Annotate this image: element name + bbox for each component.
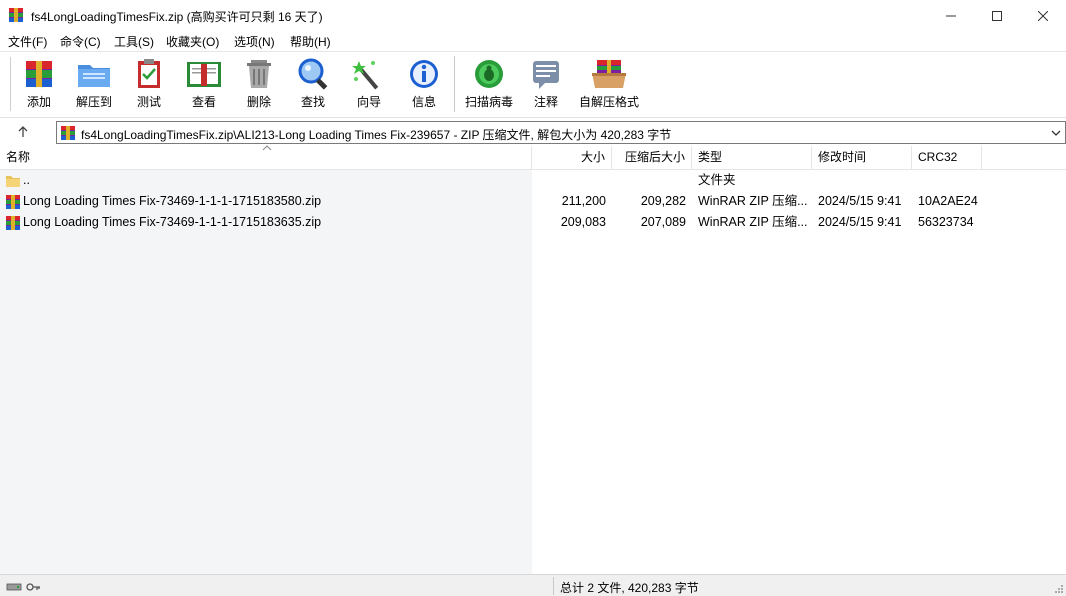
title-bar: fs4LongLoadingTimesFix.zip (高购买许可只剩 16 天… xyxy=(0,0,1066,31)
window-title: fs4LongLoadingTimesFix.zip (高购买许可只剩 16 天… xyxy=(31,10,323,24)
column-size[interactable]: 大小 xyxy=(532,146,612,170)
address-path-text: fs4LongLoadingTimesFix.zip\ALI213-Long L… xyxy=(81,128,672,142)
drive-icon[interactable] xyxy=(6,581,22,593)
minimize-button[interactable] xyxy=(928,0,974,31)
view-book-icon xyxy=(187,62,221,87)
info-icon xyxy=(410,60,438,88)
menu-options[interactable]: 选项(N) xyxy=(234,33,275,50)
file-name: .. xyxy=(23,173,30,187)
winrar-app-icon[interactable] xyxy=(8,7,24,23)
trash-bin-icon xyxy=(247,60,271,88)
toolbar-view-label: 查看 xyxy=(191,95,216,109)
file-packed-size: 207,089 xyxy=(640,215,686,229)
menu-favorites[interactable]: 收藏夹(O) xyxy=(166,33,219,50)
file-type: WinRAR ZIP 压缩... xyxy=(698,215,808,229)
file-modified: 2024/5/15 9:41 xyxy=(818,194,902,208)
column-packed-size[interactable]: 压缩后大小 xyxy=(612,146,692,170)
toolbar-find-button[interactable]: 查找 xyxy=(290,52,336,116)
toolbar-comment-button[interactable]: 注释 xyxy=(524,52,568,116)
address-path-field[interactable]: fs4LongLoadingTimesFix.zip\ALI213-Long L… xyxy=(56,121,1066,144)
sfx-box-icon xyxy=(592,60,626,88)
file-crc32: 56323734 xyxy=(918,215,974,229)
up-folder-button[interactable] xyxy=(10,122,36,142)
toolbar-wizard-button[interactable]: 向导 xyxy=(344,52,394,116)
column-type[interactable]: 类型 xyxy=(692,146,812,170)
magnifier-icon xyxy=(298,58,328,90)
column-modified[interactable]: 修改时间 xyxy=(812,146,912,170)
list-item-parent-folder[interactable]: .. 文件夹 xyxy=(0,170,1066,191)
menu-bar: 文件(F) 命令(C) 工具(S) 收藏夹(O) 选项(N) 帮助(H) xyxy=(0,31,1066,51)
resize-grip-icon[interactable] xyxy=(1054,584,1064,594)
zip-archive-icon xyxy=(6,195,20,209)
folder-icon xyxy=(6,176,20,187)
column-name[interactable]: 名称 xyxy=(0,146,532,170)
toolbar-scan-virus-button[interactable]: 扫描病毒 xyxy=(460,52,518,116)
menu-command[interactable]: 命令(C) xyxy=(60,33,101,50)
toolbar-scan-virus-label: 扫描病毒 xyxy=(464,95,513,109)
virus-scan-icon xyxy=(475,60,503,88)
wizard-wand-icon xyxy=(352,61,379,90)
file-list: 名称 大小 压缩后大小 类型 修改时间 CRC32 .. 文件夹 Long Lo… xyxy=(0,145,1066,574)
toolbar-info-button[interactable]: 信息 xyxy=(402,52,446,116)
toolbar-info-label: 信息 xyxy=(411,95,436,109)
file-name: Long Loading Times Fix-73469-1-1-1-17151… xyxy=(23,215,322,229)
maximize-icon xyxy=(992,10,1002,21)
column-crc32[interactable]: CRC32 xyxy=(912,146,982,170)
add-archive-icon xyxy=(26,61,52,87)
file-type: 文件夹 xyxy=(698,173,736,187)
file-size: 211,200 xyxy=(561,194,606,208)
close-button[interactable] xyxy=(1020,0,1066,31)
up-arrow-icon xyxy=(18,126,28,137)
status-bar: 总计 2 文件, 420,283 字节 xyxy=(0,574,1066,596)
file-modified: 2024/5/15 9:41 xyxy=(818,215,902,229)
toolbar-add-button[interactable]: 添加 xyxy=(16,52,62,116)
address-bar: fs4LongLoadingTimesFix.zip\ALI213-Long L… xyxy=(0,117,1066,145)
toolbar-delete-label: 删除 xyxy=(246,95,271,109)
zip-archive-icon xyxy=(6,216,20,230)
key-icon[interactable] xyxy=(25,581,41,593)
toolbar-wizard-label: 向导 xyxy=(356,95,381,109)
file-size: 209,083 xyxy=(560,215,606,229)
menu-tools[interactable]: 工具(S) xyxy=(114,33,154,50)
menu-help[interactable]: 帮助(H) xyxy=(290,33,331,50)
list-item[interactable]: Long Loading Times Fix-73469-1-1-1-17151… xyxy=(0,191,1066,212)
maximize-button[interactable] xyxy=(974,0,1020,31)
test-clipboard-icon xyxy=(138,59,160,88)
close-icon xyxy=(1038,10,1048,21)
toolbar-find-label: 查找 xyxy=(300,95,325,109)
toolbar-view-button[interactable]: 查看 xyxy=(180,52,228,116)
minimize-icon xyxy=(946,15,956,16)
toolbar-test-button[interactable]: 测试 xyxy=(126,52,172,116)
toolbar-add-label: 添加 xyxy=(26,95,51,109)
zip-archive-icon xyxy=(61,126,75,140)
extract-to-folder-icon xyxy=(78,65,110,87)
toolbar-grip[interactable] xyxy=(10,57,13,111)
toolbar-sfx-label: 自解压格式 xyxy=(578,95,639,109)
list-item[interactable]: Long Loading Times Fix-73469-1-1-1-17151… xyxy=(0,212,1066,233)
toolbar-test-label: 测试 xyxy=(136,95,161,109)
toolbar: 添加 解压到 测试 查看 删除 查找 向导 信息 扫描病毒 注释 自解压格式 xyxy=(0,51,1066,117)
status-divider xyxy=(553,577,554,595)
toolbar-separator xyxy=(454,56,456,112)
toolbar-delete-button[interactable]: 删除 xyxy=(236,52,282,116)
toolbar-extract-label: 解压到 xyxy=(75,95,112,109)
status-icons xyxy=(6,579,41,593)
file-type: WinRAR ZIP 压缩... xyxy=(698,194,808,208)
file-packed-size: 209,282 xyxy=(640,194,686,208)
status-summary: 总计 2 文件, 420,283 字节 xyxy=(560,581,699,595)
toolbar-extract-button[interactable]: 解压到 xyxy=(70,52,118,116)
toolbar-comment-label: 注释 xyxy=(533,95,558,109)
chevron-down-icon[interactable] xyxy=(1050,126,1062,140)
toolbar-sfx-button[interactable]: 自解压格式 xyxy=(576,52,642,116)
menu-file[interactable]: 文件(F) xyxy=(8,33,47,50)
comment-icon xyxy=(533,61,559,89)
file-crc32: 10A2AE24 xyxy=(918,194,978,208)
file-name: Long Loading Times Fix-73469-1-1-1-17151… xyxy=(23,194,322,208)
column-header: 名称 大小 压缩后大小 类型 修改时间 CRC32 xyxy=(0,145,1066,170)
